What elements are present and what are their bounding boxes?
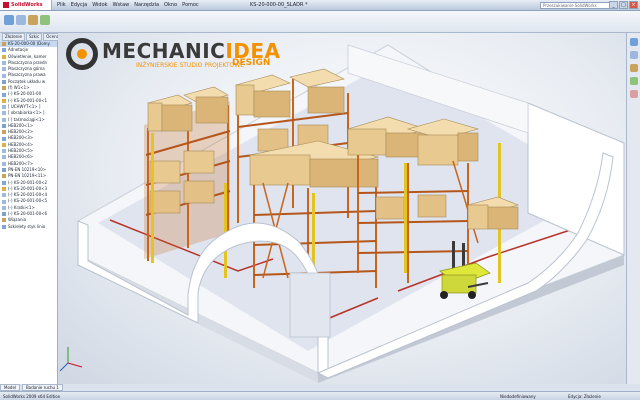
tree-item-icon (2, 180, 6, 185)
smart-fasteners-icon[interactable] (40, 15, 50, 25)
file-explorer-icon[interactable] (629, 64, 638, 72)
minimize-button[interactable]: _ (609, 1, 618, 9)
command-tabs: Złożenie Szkic Ocena (2, 33, 63, 41)
window-controls: _ □ × (609, 1, 638, 9)
tree-item-icon (2, 186, 6, 191)
menu-item[interactable]: Plik (57, 2, 66, 8)
menu-bar: Plik Edycja Widok Wstaw Narzędzia Okno P… (52, 2, 199, 8)
insert-component-icon[interactable] (4, 15, 14, 25)
tree-item-icon (2, 48, 6, 53)
tree-item-icon (2, 54, 6, 59)
tree-item-icon (2, 117, 6, 122)
tree-item-icon (2, 98, 6, 103)
tree-item-icon (2, 205, 6, 210)
brand-subtitle: INŻYNIERSKIE STUDIO PROJEKTOWE (136, 62, 244, 69)
tree-item-icon (2, 79, 6, 84)
document-title: KS-20-000-00_SLADR * (250, 2, 308, 8)
brand-design: DESIGN (232, 58, 271, 68)
tab-motion-study[interactable]: Badanie ruchu 1 (22, 384, 63, 391)
tree-item-icon (2, 136, 6, 141)
warehouse-3d-model[interactable] (58, 33, 626, 384)
tree-item-icon (2, 67, 6, 72)
tree-item-icon (2, 92, 6, 97)
mate-icon[interactable] (16, 15, 26, 25)
tab-assembly[interactable]: Złożenie (2, 33, 25, 41)
status-version: SolidWorks 2009 x64 Edition (3, 394, 61, 399)
tree-item-icon (2, 199, 6, 204)
feature-tree: KS-20-000-00 (Domy Adnotacje Oświetlenie, … (0, 41, 58, 384)
tree-item-icon (2, 218, 6, 223)
tree-item-icon (2, 224, 6, 229)
tree-item-icon (2, 111, 6, 116)
status-bar: SolidWorks 2009 x64 Edition Niedodefinio… (0, 391, 640, 400)
status-definition: Niedodefiniowany (500, 394, 536, 399)
menu-item[interactable]: Widok (92, 2, 107, 8)
close-button[interactable]: × (629, 1, 638, 9)
tree-item[interactable]: Szkielety styk linio (0, 224, 57, 230)
brand-circle-icon (66, 38, 98, 70)
menu-item[interactable]: Okno (164, 2, 177, 8)
tab-sketch[interactable]: Szkic (26, 33, 43, 41)
design-library-icon[interactable] (629, 51, 638, 59)
tree-item-icon (2, 61, 6, 66)
task-pane-rail (626, 33, 640, 384)
tree-item-icon (2, 168, 6, 173)
maximize-button[interactable]: □ (619, 1, 628, 9)
tree-item-icon (2, 130, 6, 135)
tree-item-icon (2, 73, 6, 78)
solidworks-window: SolidWorks Plik Edycja Widok Wstaw Narzę… (0, 0, 640, 400)
tree-item-icon (2, 193, 6, 198)
tab-model[interactable]: Model (0, 384, 21, 391)
coordinate-triad (59, 347, 83, 372)
menu-item[interactable]: Pomoc (182, 2, 199, 8)
tree-item-icon (2, 142, 6, 147)
graphics-viewport[interactable] (58, 33, 626, 384)
app-name: SolidWorks (11, 2, 43, 8)
search-input[interactable]: Przeszukiwanie SolidWorks (540, 2, 610, 9)
tree-item-icon (2, 212, 6, 217)
tree-bottom-tabs: Model Badanie ruchu 1 (0, 384, 120, 391)
tree-item-icon (2, 149, 6, 154)
solidworks-logo-icon (3, 2, 9, 8)
view-palette-icon[interactable] (629, 77, 638, 85)
door-opening (289, 272, 331, 338)
menu-item[interactable]: Edycja (71, 2, 88, 8)
appearances-icon[interactable] (629, 90, 638, 98)
status-mode: Edycja: Złożenie (568, 394, 601, 399)
tree-item-icon (2, 161, 6, 166)
command-manager (0, 11, 640, 33)
resources-icon[interactable] (629, 38, 638, 46)
tree-item-icon (2, 155, 6, 160)
brand-logo: MECHANICIDEA INŻYNIERSKIE STUDIO PROJEKT… (66, 38, 280, 78)
tree-item-icon (2, 42, 6, 47)
menu-item[interactable]: Narzędzia (134, 2, 159, 8)
title-bar: SolidWorks Plik Edycja Widok Wstaw Narzę… (0, 0, 640, 11)
tree-item-icon (2, 174, 6, 179)
app-logo[interactable]: SolidWorks (0, 0, 52, 10)
tree-item-label: Szkielety styk linio (8, 223, 46, 229)
tree-item-icon (2, 86, 6, 91)
tree-item-icon (2, 124, 6, 128)
move-component-icon[interactable] (28, 15, 38, 25)
menu-item[interactable]: Wstaw (113, 2, 130, 8)
tree-item-icon (2, 105, 6, 110)
